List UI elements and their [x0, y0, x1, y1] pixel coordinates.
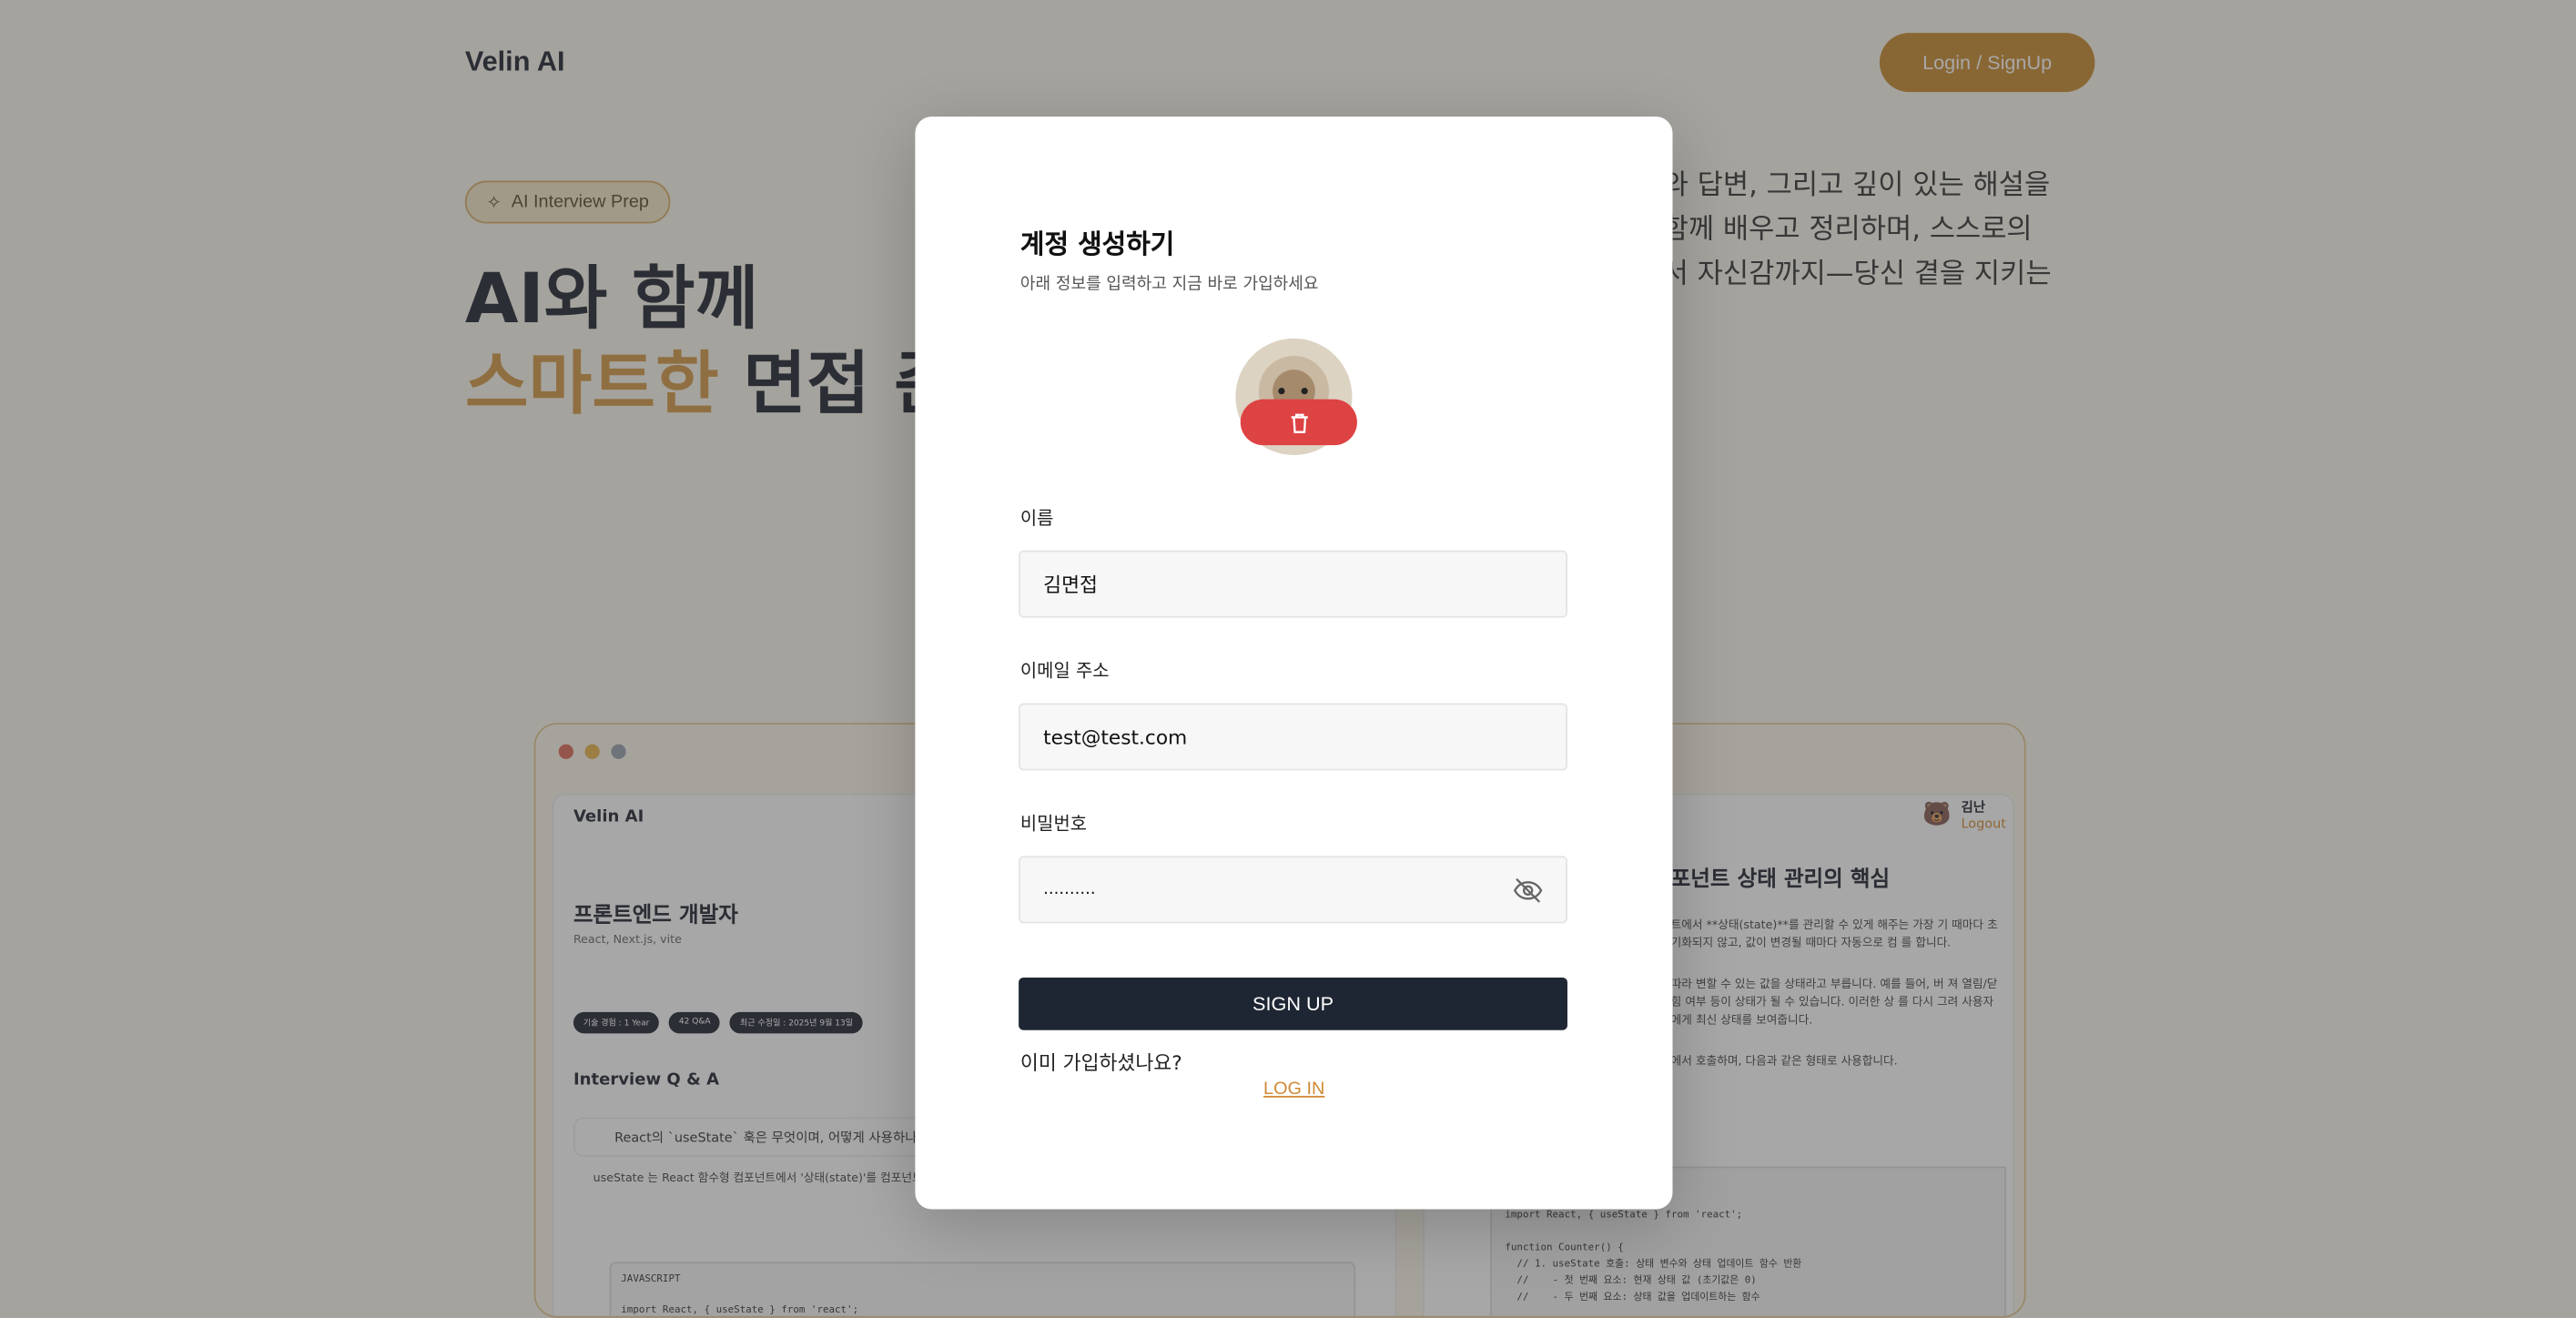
login-link[interactable]: LOG IN [1263, 1080, 1324, 1100]
trash-icon [1290, 412, 1307, 432]
signup-button[interactable]: SIGN UP [1019, 977, 1567, 1030]
modal-subtitle: 아래 정보를 입력하고 지금 바로 가입하세요 [1019, 276, 1319, 295]
password-label: 비밀번호 [1019, 813, 1087, 835]
password-input[interactable]: .......... [1019, 856, 1567, 924]
eye-off-icon[interactable] [1513, 877, 1543, 904]
signup-modal: 계정 생성하기 아래 정보를 입력하고 지금 바로 가입하세요 이름 김면접 이… [915, 117, 1673, 1210]
name-input[interactable]: 김면접 [1019, 550, 1567, 618]
name-label: 이름 [1019, 507, 1054, 530]
delete-avatar-button[interactable] [1240, 399, 1357, 446]
password-value: .......... [1043, 880, 1096, 899]
modal-title: 계정 생성하기 [1019, 228, 1175, 260]
email-input[interactable]: test@test.com [1019, 703, 1567, 771]
email-label: 이메일 주소 [1019, 660, 1110, 683]
already-registered-text: 이미 가입하셨나요? [1019, 1051, 1182, 1075]
